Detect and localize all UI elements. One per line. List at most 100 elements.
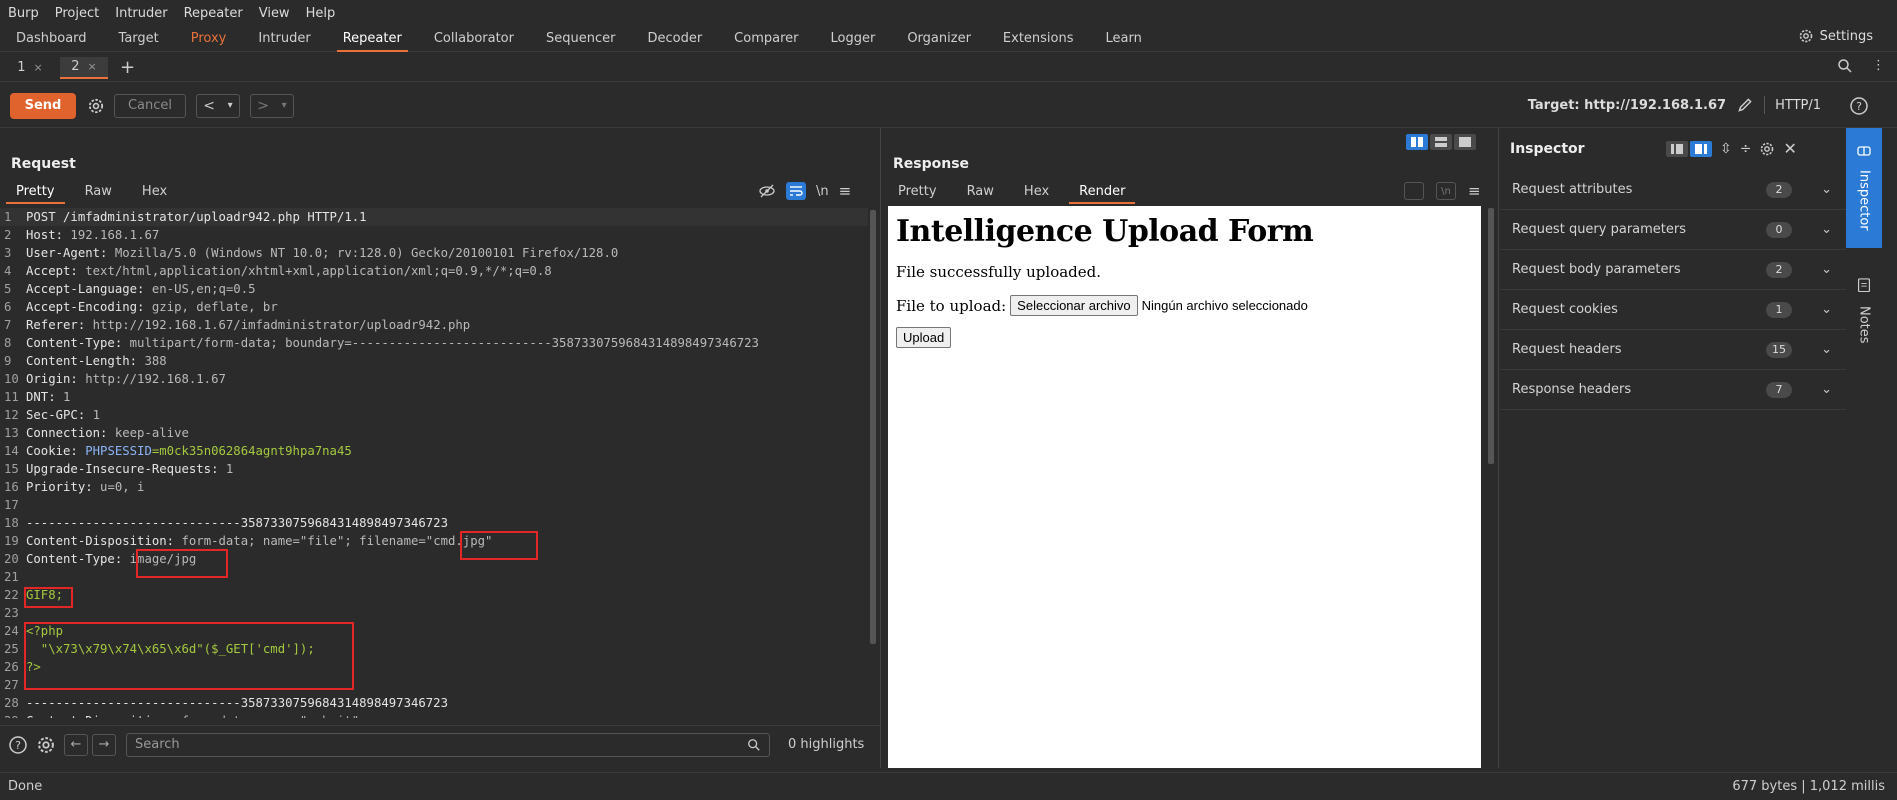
code-line: 16 Priority: u=0, i (0, 478, 868, 496)
request-tab-hex[interactable]: Hex (138, 180, 171, 204)
newline-toggle[interactable]: \n (816, 184, 829, 199)
response-tab-pretty[interactable]: Pretty (894, 180, 941, 204)
response-tab-raw[interactable]: Raw (963, 180, 998, 204)
http-version[interactable]: HTTP/1 (1775, 98, 1821, 113)
gear-icon[interactable] (36, 735, 56, 755)
wrap-lines-icon[interactable] (1404, 182, 1424, 200)
menu-burp[interactable]: Burp (8, 6, 39, 21)
header-value: 1 (218, 462, 234, 476)
menu-repeater[interactable]: Repeater (184, 6, 243, 21)
close-icon[interactable]: × (34, 61, 43, 74)
layout-side-by-side-icon[interactable] (1406, 134, 1428, 150)
sidebar-tab-inspector[interactable]: Inspector (1846, 128, 1882, 248)
close-icon[interactable]: × (88, 60, 97, 73)
code-line: 22 GIF8; (0, 586, 868, 604)
request-scrollbar[interactable] (870, 210, 876, 644)
layout-stacked-icon[interactable] (1430, 134, 1452, 150)
line-number: 19 (4, 534, 19, 548)
settings-button[interactable]: Settings (1798, 28, 1873, 44)
header-key: Cookie: (26, 444, 78, 458)
tab-collaborator[interactable]: Collaborator (434, 26, 514, 52)
wrap-lines-icon[interactable] (786, 182, 806, 200)
code-line: 28 -----------------------------358733075… (0, 694, 868, 712)
send-button[interactable]: Send (10, 92, 76, 119)
menu-view[interactable]: View (259, 6, 290, 21)
inspector-section[interactable]: Request cookies 1 ⌄ (1500, 290, 1846, 330)
choose-file-button[interactable]: Seleccionar archivo (1010, 295, 1138, 316)
tab-organizer[interactable]: Organizer (907, 26, 971, 52)
section-count: 2 (1766, 261, 1792, 278)
line-number: 26 (4, 660, 19, 674)
gear-icon[interactable] (1759, 141, 1775, 157)
tab-proxy[interactable]: Proxy (191, 26, 227, 52)
inspector-section[interactable]: Response headers 7 ⌄ (1500, 370, 1846, 410)
inspector-section[interactable]: Request query parameters 0 ⌄ (1500, 210, 1846, 250)
eye-off-icon[interactable] (758, 182, 776, 200)
tab-sequencer[interactable]: Sequencer (546, 26, 615, 52)
layout-single-icon[interactable] (1454, 134, 1476, 150)
inspector-section[interactable]: Request headers 15 ⌄ (1500, 330, 1846, 370)
header-key: Accept-Encoding: (26, 300, 145, 314)
inspector-panel-icon[interactable] (1690, 140, 1712, 157)
tab-repeater[interactable]: Repeater (336, 26, 408, 52)
add-tab-button[interactable]: + (120, 57, 135, 78)
help-icon[interactable]: ? (8, 735, 28, 755)
more-vertical-icon[interactable]: ⋮ (1872, 58, 1885, 73)
menu-icon[interactable]: ≡ (1468, 182, 1481, 200)
back-history-button[interactable]: < ▾ (196, 93, 240, 118)
request-tab-pretty[interactable]: Pretty (6, 180, 65, 204)
inspector-tools: ⇳ ÷ ✕ (1666, 139, 1797, 158)
tab-decoder[interactable]: Decoder (647, 26, 702, 52)
close-icon[interactable]: ✕ (1783, 139, 1796, 158)
panel-divider[interactable] (880, 128, 881, 768)
repeater-tab-1[interactable]: 1 × (6, 57, 54, 79)
menu-intruder[interactable]: Intruder (115, 6, 167, 21)
inspector-divider[interactable] (1498, 128, 1499, 768)
repeater-tab-2[interactable]: 2 × (60, 56, 108, 79)
repeater-tabs: 1 × 2 × + (0, 54, 1897, 82)
expand-all-icon[interactable]: ⇳ (1720, 141, 1732, 157)
gear-icon (88, 98, 104, 113)
response-tab-hex[interactable]: Hex (1020, 180, 1053, 204)
inspector-list-icon[interactable] (1666, 140, 1688, 157)
line-number: 12 (4, 408, 19, 422)
code-line: 21 (0, 568, 868, 586)
inspector-section[interactable]: Request attributes 2 ⌄ (1500, 170, 1846, 210)
tab-dashboard[interactable]: Dashboard (16, 26, 87, 52)
code-line: 14 Cookie: PHPSESSID =m0ck35n062864agnt9hp… (0, 442, 868, 460)
cancel-button[interactable]: Cancel (114, 93, 186, 118)
highlights-count: 0 highlights (788, 737, 865, 752)
response-scrollbar[interactable] (1488, 208, 1494, 464)
tab-target[interactable]: Target (119, 26, 159, 52)
collapse-all-icon[interactable]: ÷ (1740, 141, 1752, 157)
search-input[interactable]: Search (126, 732, 770, 757)
request-editor[interactable]: 1 POST /imfadministrator/uploadr942.php H… (0, 208, 868, 718)
section-count: 0 (1766, 221, 1792, 238)
sidebar-tab-notes[interactable]: Notes (1846, 248, 1882, 344)
tab-learn[interactable]: Learn (1106, 26, 1142, 52)
tab-extensions[interactable]: Extensions (1003, 26, 1074, 52)
previous-match-button[interactable]: ← (64, 733, 88, 756)
inspector-section[interactable]: Request body parameters 2 ⌄ (1500, 250, 1846, 290)
next-match-button[interactable]: → (92, 733, 116, 756)
pencil-icon[interactable] (1736, 96, 1754, 114)
menu-project[interactable]: Project (55, 6, 99, 21)
help-icon[interactable]: ? (1849, 96, 1869, 120)
menu-icon[interactable]: ≡ (839, 182, 852, 200)
response-tab-render[interactable]: Render (1069, 180, 1136, 204)
newline-toggle-icon[interactable]: \n (1436, 182, 1456, 200)
menu-help[interactable]: Help (306, 6, 336, 21)
send-options-button[interactable] (84, 94, 108, 118)
tab-intruder[interactable]: Intruder (258, 26, 310, 52)
request-tab-raw[interactable]: Raw (81, 180, 116, 204)
request-search-bar: ? ← → Search 0 highlights (0, 725, 880, 763)
header-value: 1 (55, 390, 71, 404)
section-label: Request query parameters (1512, 222, 1687, 237)
header-value: u=0, i (92, 480, 145, 494)
tab-comparer[interactable]: Comparer (734, 26, 798, 52)
upload-button[interactable]: Upload (896, 327, 952, 348)
forward-history-button[interactable]: > ▾ (250, 93, 294, 118)
search-icon[interactable] (1837, 58, 1853, 78)
tab-logger[interactable]: Logger (831, 26, 876, 52)
layout-toggle (1406, 134, 1476, 150)
